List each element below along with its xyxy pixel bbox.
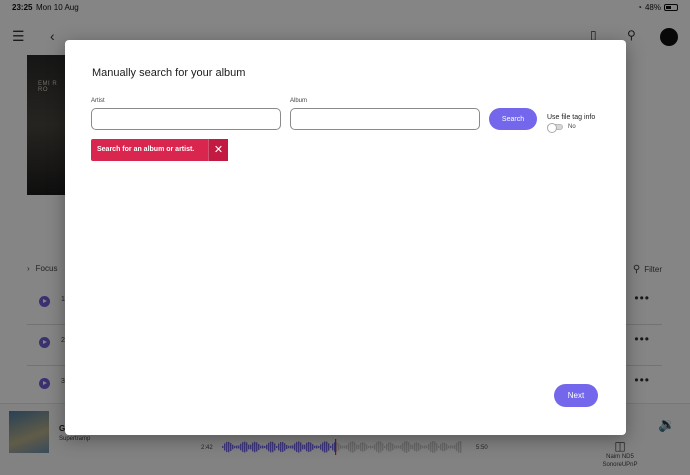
file-tag-label: Use file tag info [547,114,596,121]
file-tag-state: No [568,124,576,130]
manual-search-dialog: Manually search for your album Artist Al… [65,40,626,435]
dialog-title: Manually search for your album [92,67,246,79]
search-button[interactable]: Search [489,108,537,130]
artist-input[interactable] [91,108,281,130]
error-message: Search for an album or artist. [97,146,195,153]
file-tag-toggle[interactable] [547,123,563,133]
close-icon[interactable]: ✕ [208,139,228,161]
artist-label: Artist [91,98,105,104]
album-label: Album [290,98,308,104]
next-button[interactable]: Next [554,384,598,407]
error-banner: Search for an album or artist. ✕ [91,139,228,161]
album-input[interactable] [290,108,480,130]
